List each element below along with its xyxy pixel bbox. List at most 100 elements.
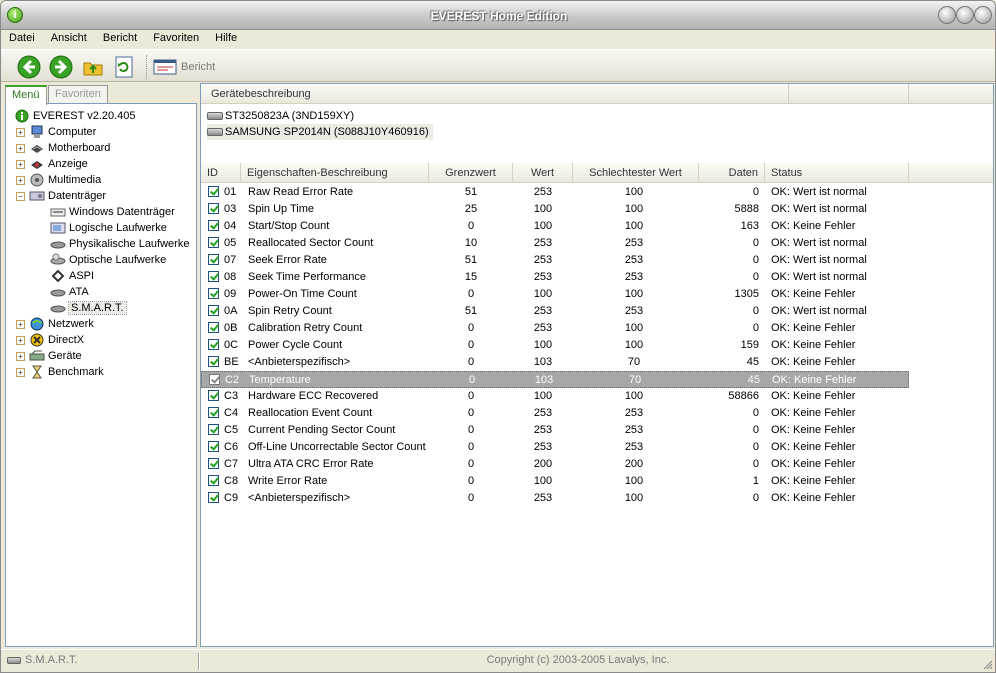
report-button[interactable]: Bericht bbox=[153, 56, 215, 78]
row-checkbox[interactable] bbox=[208, 203, 219, 214]
device-item[interactable]: SAMSUNG SP2014N (S088J10Y460916) bbox=[207, 124, 433, 140]
table-row[interactable]: 05 Reallocated Sector Count 10 253 253 0 OK: W… bbox=[201, 235, 909, 252]
row-checkbox[interactable] bbox=[208, 390, 219, 401]
table-row[interactable]: C8 Write Error Rate 0 100 100 1 OK: Keine Fehl… bbox=[201, 473, 909, 490]
tree-item-datenträger[interactable]: − Datenträger bbox=[16, 188, 106, 204]
collapse-icon[interactable]: − bbox=[16, 191, 25, 201]
table-row[interactable]: 01 Raw Read Error Rate 51 253 100 0 OK: Wert i… bbox=[201, 184, 909, 201]
table-row[interactable]: C7 Ultra ATA CRC Error Rate 0 200 200 0 OK: Ke… bbox=[201, 456, 909, 473]
column-header[interactable]: Grenzwert bbox=[429, 163, 513, 183]
expand-icon[interactable]: + bbox=[16, 127, 25, 137]
table-row[interactable]: C9 <Anbieterspezifisch> 0 253 100 0 OK: Keine … bbox=[201, 490, 909, 507]
row-checkbox[interactable] bbox=[209, 374, 220, 385]
smart-table-header: ID Eigenschaften-Beschreibung Grenzwert Wer… bbox=[201, 163, 993, 183]
row-checkbox[interactable] bbox=[208, 288, 219, 299]
row-checkbox[interactable] bbox=[208, 186, 219, 197]
menu-datei[interactable]: Datei bbox=[4, 30, 40, 47]
table-row[interactable]: C4 Reallocation Event Count 0 253 253 0 OK: Ke… bbox=[201, 405, 909, 422]
menu-hilfe[interactable]: Hilfe bbox=[210, 30, 242, 47]
up-folder-button[interactable] bbox=[81, 55, 105, 79]
maximize-button[interactable] bbox=[956, 6, 974, 24]
resize-grip-icon[interactable] bbox=[983, 660, 993, 670]
minimize-button[interactable] bbox=[938, 6, 956, 24]
expand-icon[interactable]: + bbox=[16, 175, 25, 185]
tree-item-geräte[interactable]: + Geräte bbox=[16, 348, 82, 364]
expand-icon[interactable]: + bbox=[16, 367, 25, 377]
device-item[interactable]: ST3250823A (3ND159XY) bbox=[207, 108, 358, 124]
refresh-button[interactable] bbox=[112, 55, 136, 79]
expand-icon[interactable]: + bbox=[16, 335, 25, 345]
table-row[interactable]: 03 Spin Up Time 25 100 100 5888 OK: Wert ist n… bbox=[201, 201, 909, 218]
tree-item-multimedia[interactable]: + Multimedia bbox=[16, 172, 101, 188]
tree-item-directx[interactable]: + DirectX bbox=[16, 332, 84, 348]
device-description-header[interactable]: Gerätebeschreibung bbox=[201, 84, 789, 104]
tree-item-aspi[interactable]: ASPI bbox=[50, 268, 94, 284]
table-row[interactable]: 0A Spin Retry Count 51 253 253 0 OK: Wert ist … bbox=[201, 303, 909, 320]
table-row[interactable]: 0C Power Cycle Count 0 100 100 159 OK: Keine F… bbox=[201, 337, 909, 354]
row-checkbox[interactable] bbox=[208, 356, 219, 367]
tab-menu[interactable]: Menü bbox=[5, 85, 47, 105]
table-cell: 100 bbox=[624, 390, 644, 402]
column-header[interactable]: Eigenschaften-Beschreibung bbox=[241, 163, 429, 183]
row-checkbox[interactable] bbox=[208, 424, 219, 435]
tree-item-s-m-a-r-t[interactable]: S.M.A.R.T. bbox=[50, 300, 127, 316]
tab-favorites[interactable]: Favoriten bbox=[48, 85, 108, 104]
table-row[interactable]: C5 Current Pending Sector Count 0 253 253 0 OK… bbox=[201, 422, 909, 439]
tree-root[interactable]: EVEREST v2.20.405 bbox=[14, 108, 136, 124]
menu-bericht[interactable]: Bericht bbox=[98, 30, 142, 47]
row-checkbox[interactable] bbox=[208, 322, 219, 333]
row-checkbox[interactable] bbox=[208, 237, 219, 248]
table-row[interactable]: 09 Power-On Time Count 0 100 100 1305 OK: Kein… bbox=[201, 286, 909, 303]
expand-icon[interactable]: + bbox=[16, 351, 25, 361]
column-header[interactable]: Wert bbox=[513, 163, 573, 183]
expand-icon[interactable]: + bbox=[16, 319, 25, 329]
navigation-tree[interactable]: EVEREST v2.20.405 + Computer + Motherboard +… bbox=[5, 103, 197, 647]
tree-item-benchmark[interactable]: + Benchmark bbox=[16, 364, 104, 380]
tree-item-ata[interactable]: ATA bbox=[50, 284, 89, 300]
tree-item-windows-datenträger[interactable]: Windows Datenträger bbox=[50, 204, 175, 220]
expand-icon[interactable]: + bbox=[16, 143, 25, 153]
row-checkbox[interactable] bbox=[208, 305, 219, 316]
tree-item-optische-laufwerke[interactable]: Optische Laufwerke bbox=[50, 252, 166, 268]
row-checkbox[interactable] bbox=[208, 254, 219, 265]
table-row[interactable]: 0B Calibration Retry Count 0 253 100 0 OK: Kei… bbox=[201, 320, 909, 337]
status-left: S.M.A.R.T. bbox=[7, 654, 78, 666]
table-cell: 70 bbox=[628, 374, 642, 386]
column-header[interactable]: Schlechtester Wert bbox=[573, 163, 699, 183]
table-cell: 04 bbox=[224, 220, 237, 232]
close-button[interactable] bbox=[974, 6, 992, 24]
tree-item-computer[interactable]: + Computer bbox=[16, 124, 96, 140]
menu-ansicht[interactable]: Ansicht bbox=[46, 30, 92, 47]
table-row[interactable]: 04 Start/Stop Count 0 100 100 163 OK: Keine Fe… bbox=[201, 218, 909, 235]
column-header[interactable]: Status bbox=[765, 163, 909, 183]
row-checkbox[interactable] bbox=[208, 407, 219, 418]
column-header[interactable]: ID bbox=[201, 163, 241, 183]
row-checkbox[interactable] bbox=[208, 458, 219, 469]
tree-item-anzeige[interactable]: + Anzeige bbox=[16, 156, 88, 172]
table-row[interactable]: C3 Hardware ECC Recovered 0 100 100 58866 OK: … bbox=[201, 388, 909, 405]
table-row[interactable]: 07 Seek Error Rate 51 253 253 0 OK: Wert ist n… bbox=[201, 252, 909, 269]
forward-button[interactable] bbox=[49, 55, 73, 79]
menu-favoriten[interactable]: Favoriten bbox=[148, 30, 204, 47]
table-row[interactable]: C6 Off-Line Uncorrectable Sector Count 0 25… bbox=[201, 439, 909, 456]
back-button[interactable] bbox=[17, 55, 41, 79]
refresh-icon bbox=[115, 56, 133, 78]
tree-item-netzwerk[interactable]: + Netzwerk bbox=[16, 316, 94, 332]
tree-item-motherboard[interactable]: + Motherboard bbox=[16, 140, 110, 156]
table-cell: 100 bbox=[533, 220, 553, 232]
row-checkbox[interactable] bbox=[208, 475, 219, 486]
row-checkbox[interactable] bbox=[208, 441, 219, 452]
table-row[interactable]: 08 Seek Time Performance 15 253 253 0 OK: Wert… bbox=[201, 269, 909, 286]
table-row[interactable]: C2 Temperature 0 103 70 45 OK: Keine Fehler bbox=[201, 371, 909, 388]
title-bar[interactable]: i EVEREST Home Edition bbox=[1, 1, 995, 30]
row-checkbox[interactable] bbox=[208, 220, 219, 231]
row-checkbox[interactable] bbox=[208, 271, 219, 282]
expand-icon[interactable]: + bbox=[16, 159, 25, 169]
table-row[interactable]: BE <Anbieterspezifisch> 0 103 70 45 OK: Keine … bbox=[201, 354, 909, 371]
row-checkbox[interactable] bbox=[208, 492, 219, 503]
tree-item-physikalische-laufwerke[interactable]: Physikalische Laufwerke bbox=[50, 236, 189, 252]
optical-drive-icon bbox=[50, 253, 66, 267]
tree-item-logische-laufwerke[interactable]: Logische Laufwerke bbox=[50, 220, 167, 236]
row-checkbox[interactable] bbox=[208, 339, 219, 350]
column-header[interactable]: Daten bbox=[699, 163, 765, 183]
